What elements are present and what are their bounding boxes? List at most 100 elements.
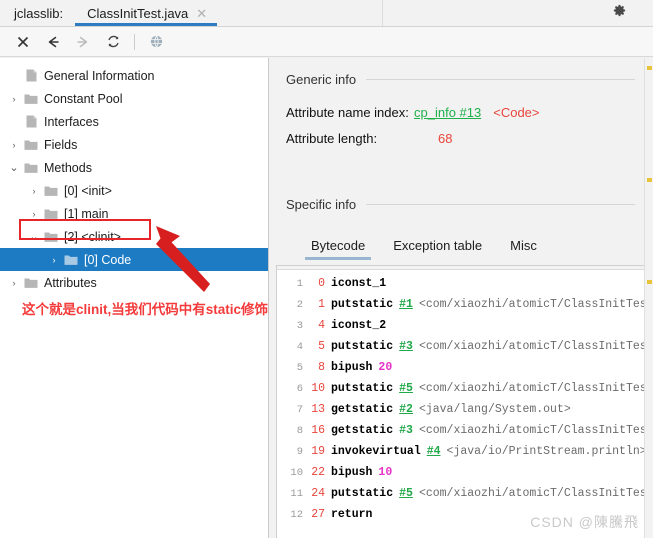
file-icon	[22, 115, 40, 128]
chevron-right-icon[interactable]: ›	[6, 140, 22, 150]
operand-descriptor: <java/io/PrintStream.println>	[446, 445, 646, 458]
generic-info-title: Generic info	[286, 72, 357, 87]
scroll-marker	[647, 280, 652, 284]
tree-item-constant-pool[interactable]: › Constant Pool	[0, 87, 268, 110]
bytecode-offset: 1	[318, 298, 325, 311]
bytecode-offset: 24	[311, 487, 325, 500]
constant-pool-ref[interactable]: #3	[399, 340, 413, 353]
watermark: CSDN @陳騰飛	[530, 514, 639, 530]
tree-item-1-main[interactable]: › [1] main	[0, 202, 268, 225]
bytecode-listing[interactable]: 1 0 iconst_1 2 1 putstatic #1 <com/xiaozhi/atom…	[276, 265, 646, 538]
folder-icon	[42, 231, 60, 243]
attribute-name-index-label: Attribute name index:	[286, 105, 409, 120]
bytecode-offset: 0	[318, 277, 325, 290]
bytecode-line[interactable]: 8 16 getstatic #3 <com/xiaozhi/atomicT/Class…	[277, 420, 645, 441]
bytecode-line[interactable]: 5 8 bipush 20	[277, 357, 645, 378]
operand-descriptor: <com/xiaozhi/atomicT/ClassInitTest.	[418, 298, 646, 311]
chevron-right-icon[interactable]: ›	[6, 278, 22, 288]
bytecode-line[interactable]: 6 10 putstatic #5 <com/xiaozhi/atomicT/Class…	[277, 378, 645, 399]
tree-item-methods[interactable]: ⌄ Methods	[0, 156, 268, 179]
tree-item-interfaces[interactable]: ›Interfaces	[0, 110, 268, 133]
tab-classinittest[interactable]: ClassInitTest.java ✕	[75, 0, 218, 26]
attribute-name-value: <Code>	[493, 105, 540, 120]
gear-icon[interactable]	[612, 3, 627, 23]
constant-pool-ref[interactable]: #1	[399, 298, 413, 311]
bytecode-line[interactable]: 1 0 iconst_1	[277, 273, 645, 294]
operand-descriptor: <com/xiaozhi/atomicT/ClassInitTest.	[418, 487, 646, 500]
tree-item-0-init[interactable]: › [0] <init>	[0, 179, 268, 202]
bytecode-line[interactable]: 2 1 putstatic #1 <com/xiaozhi/atomicT/ClassI…	[277, 294, 645, 315]
constant-pool-ref[interactable]: #3	[399, 424, 413, 437]
section-rule	[366, 79, 635, 80]
tree-item-label: [1] main	[64, 206, 109, 221]
bytecode-line[interactable]: 7 13 getstatic #2 <java/lang/System.out>	[277, 399, 645, 420]
bytecode-line[interactable]: 11 24 putstatic #5 <com/xiaozhi/atomicT/Clas…	[277, 483, 645, 504]
close-icon[interactable]	[8, 29, 38, 55]
constant-pool-ref[interactable]: #5	[399, 382, 413, 395]
tree-item-0-code[interactable]: › [0] Code	[0, 248, 268, 271]
tree-item-attributes[interactable]: › Attributes	[0, 271, 268, 294]
line-number: 1	[296, 277, 303, 290]
line-number: 6	[296, 382, 303, 395]
vertical-scrollbar[interactable]	[644, 58, 653, 538]
close-icon[interactable]: ✕	[196, 7, 207, 20]
cp-info-link[interactable]: cp_info #13	[414, 105, 481, 120]
bytecode-line[interactable]: 4 5 putstatic #3 <com/xiaozhi/atomicT/ClassI…	[277, 336, 645, 357]
attribute-name-index-row: Attribute name index: cp_info #13 <Code>	[286, 105, 636, 131]
tree-item-label: General Information	[44, 68, 155, 83]
bytecode-line[interactable]: 9 19 invokevirtual #4 <java/io/PrintStream.p…	[277, 441, 645, 462]
line-number: 2	[296, 298, 303, 311]
chevron-down-icon[interactable]: ⌄	[6, 162, 22, 173]
tab-bytecode[interactable]: Bytecode	[297, 234, 379, 260]
line-number: 9	[296, 445, 303, 458]
bytecode-offset: 22	[311, 466, 325, 479]
tree-item-fields[interactable]: › Fields	[0, 133, 268, 156]
tree-item-2-clinit[interactable]: ⌄ [2] <clinit>	[0, 225, 268, 248]
tree-item-label: [0] <init>	[64, 183, 112, 198]
line-number: 7	[296, 403, 303, 416]
line-number: 8	[296, 424, 303, 437]
constant-pool-ref[interactable]: #5	[399, 487, 413, 500]
tree-item-label: [0] Code	[84, 252, 132, 267]
toolbar-separator	[134, 33, 135, 50]
line-number: 3	[296, 319, 303, 332]
folder-icon	[22, 162, 40, 174]
literal-value: 10	[378, 466, 393, 479]
tab-label: ClassInitTest.java	[87, 5, 189, 21]
chevron-right-icon[interactable]: ›	[26, 209, 42, 219]
tree-item-general-information[interactable]: ›General Information	[0, 64, 268, 87]
tab-misc[interactable]: Misc	[496, 234, 551, 260]
chevron-right-icon[interactable]: ›	[26, 186, 42, 196]
opcode: iconst_2	[331, 319, 387, 332]
chevron-right-icon[interactable]: ›	[6, 94, 22, 104]
forward-icon	[68, 29, 98, 55]
specific-info-title: Specific info	[286, 197, 357, 212]
scroll-marker	[647, 66, 652, 70]
operand-descriptor: <java/lang/System.out>	[418, 403, 571, 416]
scroll-marker	[647, 178, 652, 182]
attribute-length-value: 68	[438, 131, 453, 146]
globe-icon[interactable]	[141, 29, 171, 55]
line-number: 12	[290, 508, 303, 521]
opcode: putstatic	[331, 340, 394, 353]
opcode: bipush	[331, 361, 373, 374]
tree-item-label: Interfaces	[44, 114, 99, 129]
bytecode-line[interactable]: 10 22 bipush 10	[277, 462, 645, 483]
specific-info-tabs[interactable]: Bytecode Exception table Misc	[269, 234, 653, 260]
chevron-right-icon[interactable]: ›	[46, 255, 62, 265]
titlebar-spacer	[382, 0, 612, 26]
bytecode-offset: 19	[311, 445, 325, 458]
folder-icon	[22, 93, 40, 105]
chevron-down-icon[interactable]: ⌄	[26, 231, 42, 242]
bytecode-offset: 5	[318, 340, 325, 353]
file-icon	[22, 69, 40, 82]
app-label: jclasslib:	[14, 5, 64, 21]
reload-icon[interactable]	[98, 29, 128, 55]
toolbar	[0, 27, 653, 57]
tab-exception-table[interactable]: Exception table	[379, 234, 496, 260]
constant-pool-ref[interactable]: #4	[427, 445, 441, 458]
constant-pool-ref[interactable]: #2	[399, 403, 413, 416]
bytecode-line[interactable]: 3 4 iconst_2	[277, 315, 645, 336]
literal-value: 20	[378, 361, 393, 374]
back-icon[interactable]	[38, 29, 68, 55]
